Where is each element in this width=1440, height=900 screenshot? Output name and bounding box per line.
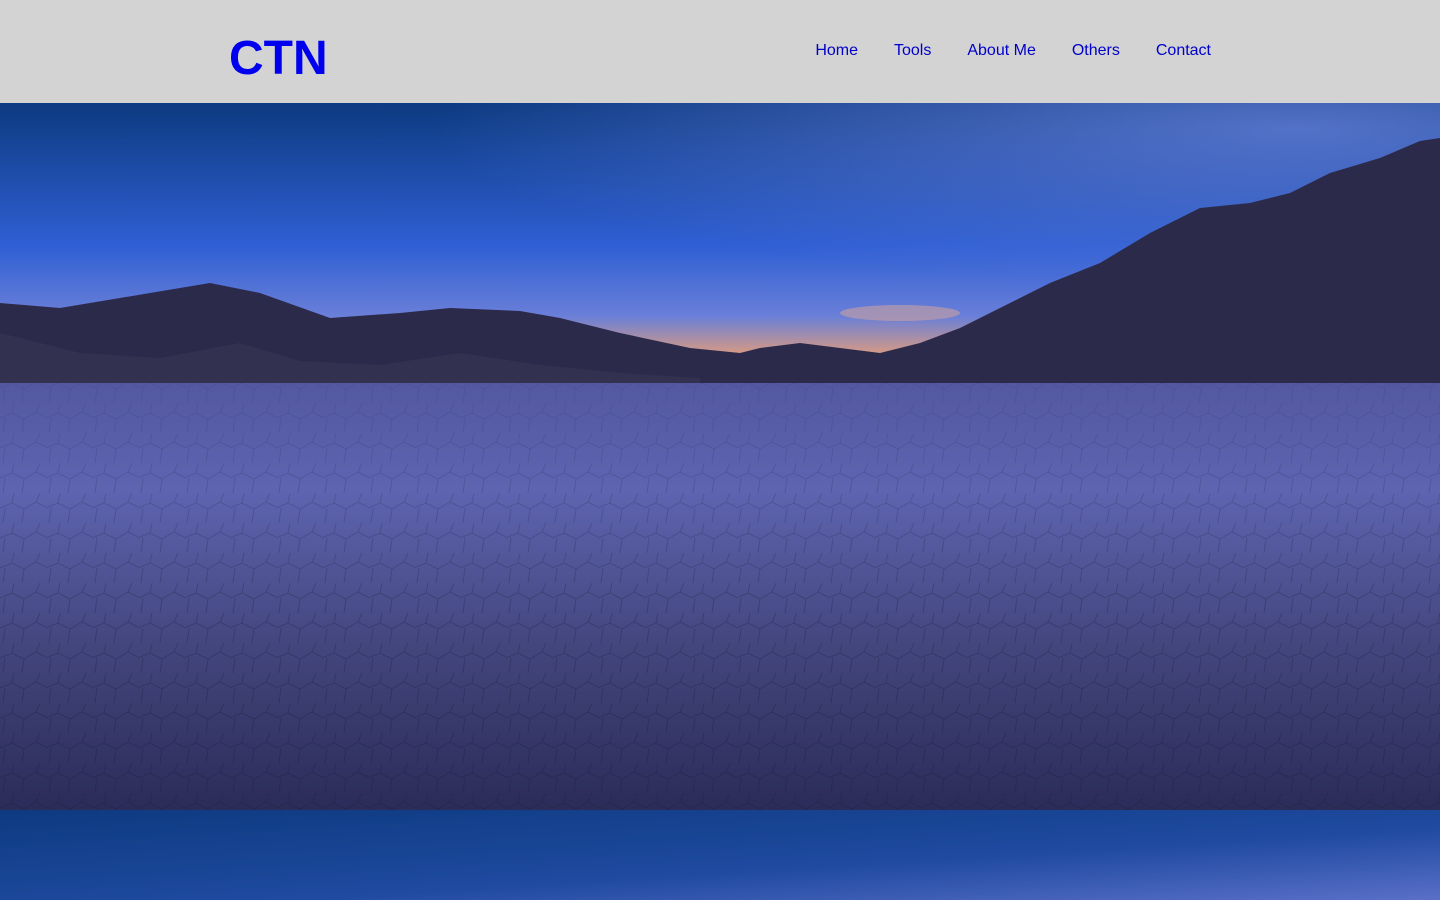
nav-about-me-link[interactable]: About Me — [967, 40, 1035, 62]
next-section-graphic — [0, 810, 1440, 900]
nav-home-link[interactable]: Home — [815, 40, 858, 62]
site-logo[interactable]: CTN — [229, 30, 328, 88]
hero-image — [0, 103, 1440, 810]
site-header: CTN Home Tools About Me Others Contact — [0, 0, 1440, 103]
next-section-image — [0, 810, 1440, 900]
nav-others-link[interactable]: Others — [1072, 40, 1120, 62]
hero-landscape-graphic — [0, 103, 1440, 810]
main-nav: Home Tools About Me Others Contact — [815, 40, 1211, 62]
nav-contact-link[interactable]: Contact — [1156, 40, 1211, 62]
nav-tools-link[interactable]: Tools — [894, 40, 931, 62]
